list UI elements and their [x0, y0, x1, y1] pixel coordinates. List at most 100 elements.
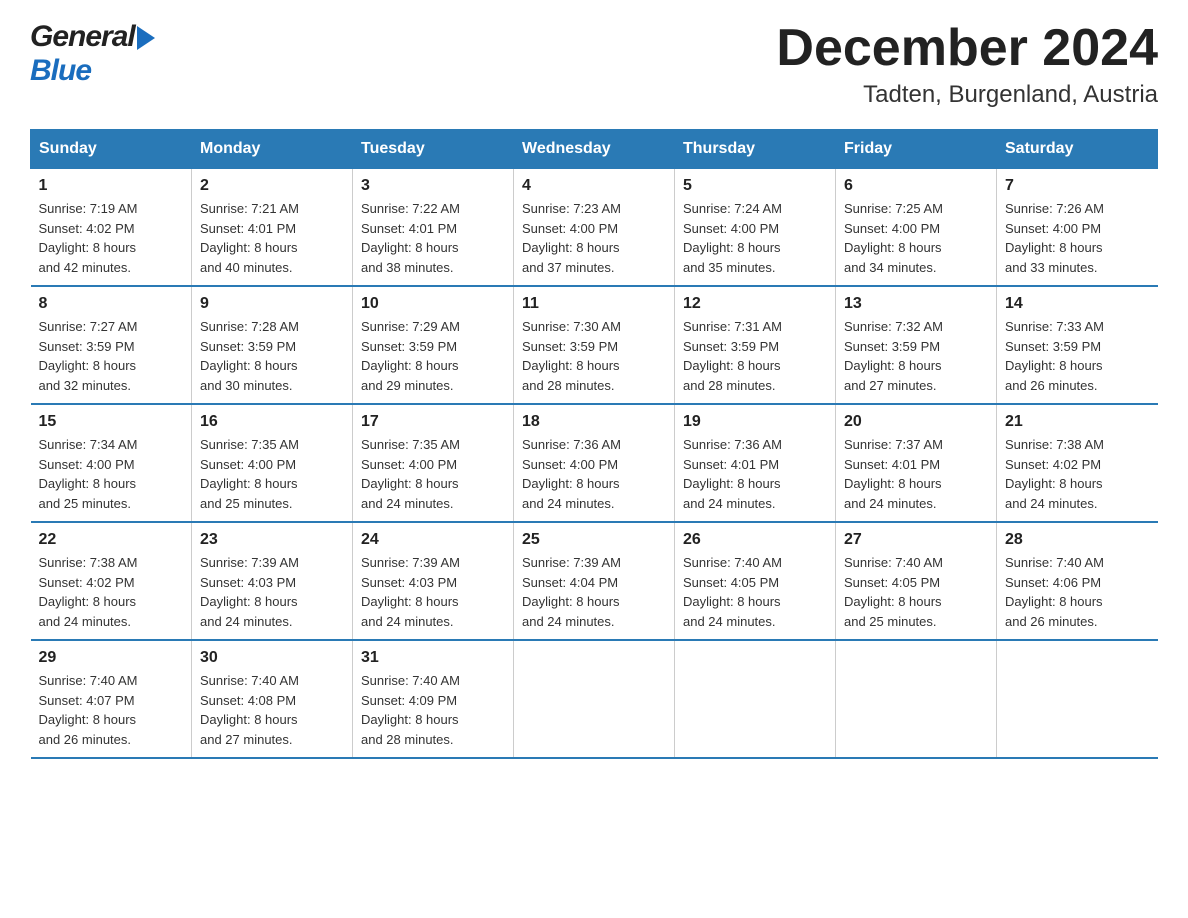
calendar-cell: 29 Sunrise: 7:40 AM Sunset: 4:07 PM Dayl… — [31, 640, 192, 758]
calendar-cell: 5 Sunrise: 7:24 AM Sunset: 4:00 PM Dayli… — [675, 169, 836, 287]
day-info: Sunrise: 7:36 AM Sunset: 4:01 PM Dayligh… — [683, 435, 827, 513]
day-info: Sunrise: 7:36 AM Sunset: 4:00 PM Dayligh… — [522, 435, 666, 513]
day-number: 22 — [39, 531, 184, 549]
calendar-cell: 8 Sunrise: 7:27 AM Sunset: 3:59 PM Dayli… — [31, 286, 192, 404]
header-tuesday: Tuesday — [353, 130, 514, 169]
calendar-week-2: 8 Sunrise: 7:27 AM Sunset: 3:59 PM Dayli… — [31, 286, 1158, 404]
calendar-cell: 10 Sunrise: 7:29 AM Sunset: 3:59 PM Dayl… — [353, 286, 514, 404]
page-header: General Blue December 2024 Tadten, Burge… — [30, 20, 1158, 109]
day-number: 1 — [39, 177, 184, 195]
day-number: 25 — [522, 531, 666, 549]
day-info: Sunrise: 7:40 AM Sunset: 4:07 PM Dayligh… — [39, 671, 184, 749]
day-info: Sunrise: 7:26 AM Sunset: 4:00 PM Dayligh… — [1005, 199, 1150, 277]
day-number: 8 — [39, 295, 184, 313]
calendar-cell: 26 Sunrise: 7:40 AM Sunset: 4:05 PM Dayl… — [675, 522, 836, 640]
day-number: 30 — [200, 649, 344, 667]
calendar-cell: 12 Sunrise: 7:31 AM Sunset: 3:59 PM Dayl… — [675, 286, 836, 404]
day-info: Sunrise: 7:30 AM Sunset: 3:59 PM Dayligh… — [522, 317, 666, 395]
calendar-cell: 1 Sunrise: 7:19 AM Sunset: 4:02 PM Dayli… — [31, 169, 192, 287]
day-info: Sunrise: 7:35 AM Sunset: 4:00 PM Dayligh… — [361, 435, 505, 513]
day-number: 18 — [522, 413, 666, 431]
calendar-header: Sunday Monday Tuesday Wednesday Thursday… — [31, 130, 1158, 169]
calendar-cell: 3 Sunrise: 7:22 AM Sunset: 4:01 PM Dayli… — [353, 169, 514, 287]
day-number: 7 — [1005, 177, 1150, 195]
calendar-cell: 15 Sunrise: 7:34 AM Sunset: 4:00 PM Dayl… — [31, 404, 192, 522]
day-number: 3 — [361, 177, 505, 195]
calendar-cell: 16 Sunrise: 7:35 AM Sunset: 4:00 PM Dayl… — [192, 404, 353, 522]
day-info: Sunrise: 7:40 AM Sunset: 4:05 PM Dayligh… — [844, 553, 988, 631]
day-info: Sunrise: 7:23 AM Sunset: 4:00 PM Dayligh… — [522, 199, 666, 277]
day-info: Sunrise: 7:19 AM Sunset: 4:02 PM Dayligh… — [39, 199, 184, 277]
day-number: 15 — [39, 413, 184, 431]
day-number: 16 — [200, 413, 344, 431]
header-wednesday: Wednesday — [514, 130, 675, 169]
calendar-week-3: 15 Sunrise: 7:34 AM Sunset: 4:00 PM Dayl… — [31, 404, 1158, 522]
day-number: 23 — [200, 531, 344, 549]
calendar-cell: 28 Sunrise: 7:40 AM Sunset: 4:06 PM Dayl… — [997, 522, 1158, 640]
location-title: Tadten, Burgenland, Austria — [776, 81, 1158, 109]
calendar-cell — [675, 640, 836, 758]
calendar-cell: 20 Sunrise: 7:37 AM Sunset: 4:01 PM Dayl… — [836, 404, 997, 522]
calendar-cell: 22 Sunrise: 7:38 AM Sunset: 4:02 PM Dayl… — [31, 522, 192, 640]
day-number: 29 — [39, 649, 184, 667]
day-info: Sunrise: 7:25 AM Sunset: 4:00 PM Dayligh… — [844, 199, 988, 277]
calendar-cell: 30 Sunrise: 7:40 AM Sunset: 4:08 PM Dayl… — [192, 640, 353, 758]
day-info: Sunrise: 7:32 AM Sunset: 3:59 PM Dayligh… — [844, 317, 988, 395]
calendar-cell — [836, 640, 997, 758]
logo: General Blue — [30, 20, 155, 88]
calendar-cell: 2 Sunrise: 7:21 AM Sunset: 4:01 PM Dayli… — [192, 169, 353, 287]
header-saturday: Saturday — [997, 130, 1158, 169]
day-number: 2 — [200, 177, 344, 195]
logo-blue-text: Blue — [30, 54, 91, 87]
calendar-cell: 6 Sunrise: 7:25 AM Sunset: 4:00 PM Dayli… — [836, 169, 997, 287]
day-info: Sunrise: 7:35 AM Sunset: 4:00 PM Dayligh… — [200, 435, 344, 513]
day-number: 21 — [1005, 413, 1150, 431]
calendar-cell: 24 Sunrise: 7:39 AM Sunset: 4:03 PM Dayl… — [353, 522, 514, 640]
day-number: 24 — [361, 531, 505, 549]
calendar-cell: 31 Sunrise: 7:40 AM Sunset: 4:09 PM Dayl… — [353, 640, 514, 758]
day-number: 11 — [522, 295, 666, 313]
calendar-cell: 9 Sunrise: 7:28 AM Sunset: 3:59 PM Dayli… — [192, 286, 353, 404]
calendar-cell: 11 Sunrise: 7:30 AM Sunset: 3:59 PM Dayl… — [514, 286, 675, 404]
day-info: Sunrise: 7:38 AM Sunset: 4:02 PM Dayligh… — [39, 553, 184, 631]
calendar-body: 1 Sunrise: 7:19 AM Sunset: 4:02 PM Dayli… — [31, 169, 1158, 759]
calendar-cell: 19 Sunrise: 7:36 AM Sunset: 4:01 PM Dayl… — [675, 404, 836, 522]
calendar-cell — [514, 640, 675, 758]
calendar-cell: 25 Sunrise: 7:39 AM Sunset: 4:04 PM Dayl… — [514, 522, 675, 640]
logo-general-text: General — [30, 20, 135, 54]
calendar-cell: 4 Sunrise: 7:23 AM Sunset: 4:00 PM Dayli… — [514, 169, 675, 287]
calendar-week-5: 29 Sunrise: 7:40 AM Sunset: 4:07 PM Dayl… — [31, 640, 1158, 758]
day-number: 27 — [844, 531, 988, 549]
header-friday: Friday — [836, 130, 997, 169]
day-info: Sunrise: 7:33 AM Sunset: 3:59 PM Dayligh… — [1005, 317, 1150, 395]
day-info: Sunrise: 7:40 AM Sunset: 4:06 PM Dayligh… — [1005, 553, 1150, 631]
day-number: 20 — [844, 413, 988, 431]
day-info: Sunrise: 7:38 AM Sunset: 4:02 PM Dayligh… — [1005, 435, 1150, 513]
calendar-cell: 14 Sunrise: 7:33 AM Sunset: 3:59 PM Dayl… — [997, 286, 1158, 404]
day-info: Sunrise: 7:40 AM Sunset: 4:09 PM Dayligh… — [361, 671, 505, 749]
calendar-cell: 17 Sunrise: 7:35 AM Sunset: 4:00 PM Dayl… — [353, 404, 514, 522]
day-info: Sunrise: 7:37 AM Sunset: 4:01 PM Dayligh… — [844, 435, 988, 513]
header-monday: Monday — [192, 130, 353, 169]
title-section: December 2024 Tadten, Burgenland, Austri… — [776, 20, 1158, 109]
day-number: 26 — [683, 531, 827, 549]
day-number: 31 — [361, 649, 505, 667]
calendar-cell — [997, 640, 1158, 758]
day-number: 17 — [361, 413, 505, 431]
calendar-cell: 21 Sunrise: 7:38 AM Sunset: 4:02 PM Dayl… — [997, 404, 1158, 522]
weekday-header-row: Sunday Monday Tuesday Wednesday Thursday… — [31, 130, 1158, 169]
calendar-week-1: 1 Sunrise: 7:19 AM Sunset: 4:02 PM Dayli… — [31, 169, 1158, 287]
day-info: Sunrise: 7:39 AM Sunset: 4:03 PM Dayligh… — [200, 553, 344, 631]
day-info: Sunrise: 7:40 AM Sunset: 4:08 PM Dayligh… — [200, 671, 344, 749]
day-number: 28 — [1005, 531, 1150, 549]
day-info: Sunrise: 7:28 AM Sunset: 3:59 PM Dayligh… — [200, 317, 344, 395]
day-number: 5 — [683, 177, 827, 195]
header-thursday: Thursday — [675, 130, 836, 169]
calendar-week-4: 22 Sunrise: 7:38 AM Sunset: 4:02 PM Dayl… — [31, 522, 1158, 640]
month-title: December 2024 — [776, 20, 1158, 77]
day-number: 9 — [200, 295, 344, 313]
day-number: 4 — [522, 177, 666, 195]
day-info: Sunrise: 7:34 AM Sunset: 4:00 PM Dayligh… — [39, 435, 184, 513]
day-info: Sunrise: 7:22 AM Sunset: 4:01 PM Dayligh… — [361, 199, 505, 277]
day-info: Sunrise: 7:29 AM Sunset: 3:59 PM Dayligh… — [361, 317, 505, 395]
